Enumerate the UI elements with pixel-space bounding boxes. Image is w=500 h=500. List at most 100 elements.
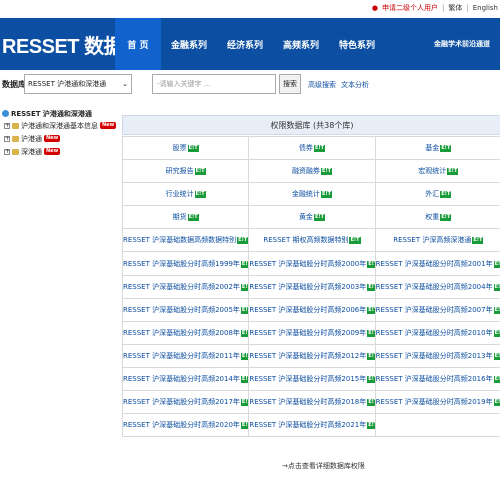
academic-channel-link[interactable]: 金融学术前沿通道 — [434, 39, 490, 49]
nav-highfreq[interactable]: 高频系列 — [273, 18, 329, 70]
db-link[interactable]: RESSET 沪深基础股分时高频2015年 — [250, 375, 366, 383]
nav-special[interactable]: 特色系列 — [329, 18, 385, 70]
db-link[interactable]: 融资融券 — [292, 167, 320, 175]
db-cell[interactable]: 金融统计 E!T — [248, 182, 376, 207]
english-link[interactable]: English — [473, 4, 498, 12]
db-cell[interactable]: 债券 E!T — [248, 135, 376, 161]
tree-item[interactable]: + 沪港通和深港通基本信息 New — [2, 119, 120, 132]
db-select[interactable]: RESSET 沪港通和深港通 ⌄ — [24, 74, 132, 94]
search-button[interactable]: 搜索 — [279, 74, 301, 94]
db-cell[interactable]: RESSET 沪深基础股分时高频2012年E!T — [248, 343, 376, 368]
expand-icon[interactable]: + — [4, 148, 10, 155]
db-cell[interactable]: 研究报告 E!T — [121, 159, 250, 184]
db-cell[interactable]: RESSET 期权高频数据特别 E!T — [248, 228, 376, 253]
db-cell[interactable]: RESSET 沪深基础股分时高频2010年E!T — [374, 320, 500, 345]
db-link[interactable]: RESSET 沪深基础股分时高频2007年 — [376, 306, 492, 314]
search-input[interactable]: -请输入关键字 ... — [152, 74, 276, 94]
db-cell[interactable]: RESSET 沪深基础股分时高频2005年E!T — [121, 297, 250, 322]
db-link[interactable]: RESSET 沪深基础股分时高频2014年 — [124, 375, 240, 383]
nav-home[interactable]: 首 页 — [115, 18, 161, 70]
db-link[interactable]: RESSET 沪深基础股分时高频2008年 — [124, 329, 240, 337]
apply-user-link[interactable]: 申请二级个人用户 — [382, 3, 438, 13]
db-cell[interactable]: RESSET 沪深基础股分时高频2021年E!T — [248, 413, 376, 438]
tree-item[interactable]: + 深港通 New — [2, 145, 120, 158]
db-cell[interactable]: 权重 E!T — [374, 205, 500, 230]
db-link[interactable]: 权重 — [425, 213, 439, 221]
db-link[interactable]: RESSET 沪深基础股分时高频2002年 — [124, 283, 240, 291]
db-link[interactable]: RESSET 沪深基础股分时高频2010年 — [376, 329, 492, 337]
db-cell[interactable]: RESSET 沪深基础股分时高频2014年E!T — [121, 366, 250, 392]
db-cell[interactable]: RESSET 沪深基础股分时高频2000年E!T — [248, 251, 376, 276]
db-cell[interactable]: RESSET 沪深基础股分时高频2001年E!T — [374, 251, 500, 276]
db-link[interactable]: RESSET 沪深基础股分时高频2006年 — [250, 306, 366, 314]
nav-finance[interactable]: 金融系列 — [161, 18, 217, 70]
db-link[interactable]: RESSET 沪深基础股分时高频2021年 — [250, 421, 366, 429]
db-link[interactable]: RESSET 沪深基础股分时高频2005年 — [124, 306, 240, 314]
db-link[interactable]: 宏观统计 — [418, 167, 446, 175]
db-cell[interactable]: RESSET 沪深基础股分时高频2003年E!T — [248, 274, 376, 299]
db-link[interactable]: RESSET 沪深基础股分时高频2019年 — [376, 398, 492, 406]
db-cell[interactable]: RESSET 沪深基础股分时高频2013年E!T — [374, 343, 500, 368]
db-cell[interactable]: RESSET 沪深基础股分时高频2009年E!T — [248, 320, 376, 345]
access-badge-icon: E!T — [367, 399, 375, 407]
db-cell[interactable]: RESSET 沪深基础股分时高频2017年E!T — [121, 390, 250, 415]
db-cell[interactable]: 股票 E!T — [121, 135, 250, 161]
db-link[interactable]: 研究报告 — [166, 167, 194, 175]
db-cell[interactable]: 外汇 E!T — [374, 182, 500, 207]
view-permissions-link[interactable]: →点击查看详细数据库权限 — [282, 461, 365, 471]
db-cell[interactable]: 融资融券 E!T — [248, 159, 376, 184]
table-row: RESSET 沪深基础股分时高频2005年E!TRESSET 沪深基础股分时高频… — [121, 297, 500, 322]
db-link[interactable]: RESSET 期权高频数据特别 — [263, 236, 348, 244]
db-cell[interactable]: RESSET 沪深基础股分时高频2019年E!T — [374, 390, 500, 415]
db-link[interactable]: RESSET 沪深基础股分时高频2018年 — [250, 398, 366, 406]
db-cell[interactable]: RESSET 沪深基础股分时高频2020年E!T — [121, 413, 250, 438]
db-link[interactable]: RESSET 沪深基础股分时高频2013年 — [376, 352, 492, 360]
db-link[interactable]: 期货 — [173, 213, 187, 221]
db-link[interactable]: 黄金 — [299, 213, 313, 221]
db-cell[interactable]: RESSET 沪深基础股分时高频2018年E!T — [248, 390, 376, 415]
nav-economy[interactable]: 经济系列 — [217, 18, 273, 70]
db-link[interactable]: RESSET 沪深基础数据高频数据特别 — [124, 236, 237, 244]
db-link[interactable]: RESSET 沪深基础股分时高频2001年 — [376, 260, 492, 268]
db-link[interactable]: RESSET 沪深基础股分时高频2003年 — [250, 283, 366, 291]
text-analysis-link[interactable]: 文本分析 — [341, 80, 369, 90]
db-link[interactable]: 股票 — [173, 144, 187, 152]
db-cell[interactable]: RESSET 沪深基础股分时高频2015年E!T — [248, 366, 376, 392]
db-link[interactable]: RESSET 沪深基础股分时高频2012年 — [250, 352, 366, 360]
db-link[interactable]: 基金 — [425, 144, 439, 152]
db-cell[interactable]: RESSET 沪深基础股分时高频2008年E!T — [121, 320, 250, 345]
db-cell[interactable]: RESSET 沪深高频深港通 E!T — [374, 228, 500, 253]
tree-item[interactable]: + 沪港通 New — [2, 132, 120, 145]
db-link[interactable]: RESSET 沪深基础股分时高频2000年 — [250, 260, 366, 268]
db-cell[interactable]: 基金 E!T — [374, 135, 500, 161]
db-link[interactable]: RESSET 沪深基础股分时高频2020年 — [124, 421, 240, 429]
traditional-link[interactable]: 繁体 — [448, 3, 462, 13]
db-link[interactable]: RESSET 沪深基础股分时高频2011年 — [124, 352, 240, 360]
db-cell[interactable]: RESSET 沪深基础股分时高频2006年E!T — [248, 297, 376, 322]
db-cell[interactable]: 黄金 E!T — [248, 205, 376, 230]
db-cell[interactable]: RESSET 沪深基础数据高频数据特别 E!T — [121, 228, 250, 253]
db-link[interactable]: RESSET 沪深高频深港通 — [393, 236, 471, 244]
db-link[interactable]: RESSET 沪深基础股分时高频2016年 — [376, 375, 492, 383]
db-cell[interactable]: RESSET 沪深基础股分时高频1999年E!T — [121, 251, 250, 276]
db-link[interactable]: 金融统计 — [292, 190, 320, 198]
db-cell[interactable]: RESSET 沪深基础股分时高频2002年E!T — [121, 274, 250, 299]
db-link[interactable]: 债券 — [299, 144, 313, 152]
db-link[interactable]: RESSET 沪深基础股分时高频1999年 — [124, 260, 240, 268]
db-cell[interactable]: 期货 E!T — [121, 205, 250, 230]
tree-root[interactable]: RESSET 沪港通和深港通 — [2, 108, 120, 119]
expand-icon[interactable]: + — [4, 135, 10, 142]
db-link[interactable]: RESSET 沪深基础股分时高频2017年 — [124, 398, 240, 406]
db-link[interactable]: RESSET 沪深基础股分时高频2009年 — [250, 329, 366, 337]
db-cell[interactable]: 行业统计 E!T — [121, 182, 250, 207]
db-cell[interactable]: RESSET 沪深基础股分时高频2016年E!T — [374, 366, 500, 392]
db-link[interactable]: 外汇 — [425, 190, 439, 198]
db-cell[interactable]: 宏观统计 E!T — [374, 159, 500, 184]
expand-icon[interactable]: + — [4, 122, 10, 129]
db-link[interactable]: RESSET 沪深基础股分时高频2004年 — [376, 283, 492, 291]
db-link[interactable]: 行业统计 — [166, 190, 194, 198]
advanced-search-link[interactable]: 高级搜索 — [308, 80, 336, 90]
db-cell[interactable]: RESSET 沪深基础股分时高频2011年E!T — [121, 343, 250, 368]
db-cell[interactable]: RESSET 沪深基础股分时高频2007年E!T — [374, 297, 500, 322]
db-cell[interactable]: RESSET 沪深基础股分时高频2004年E!T — [374, 274, 500, 299]
